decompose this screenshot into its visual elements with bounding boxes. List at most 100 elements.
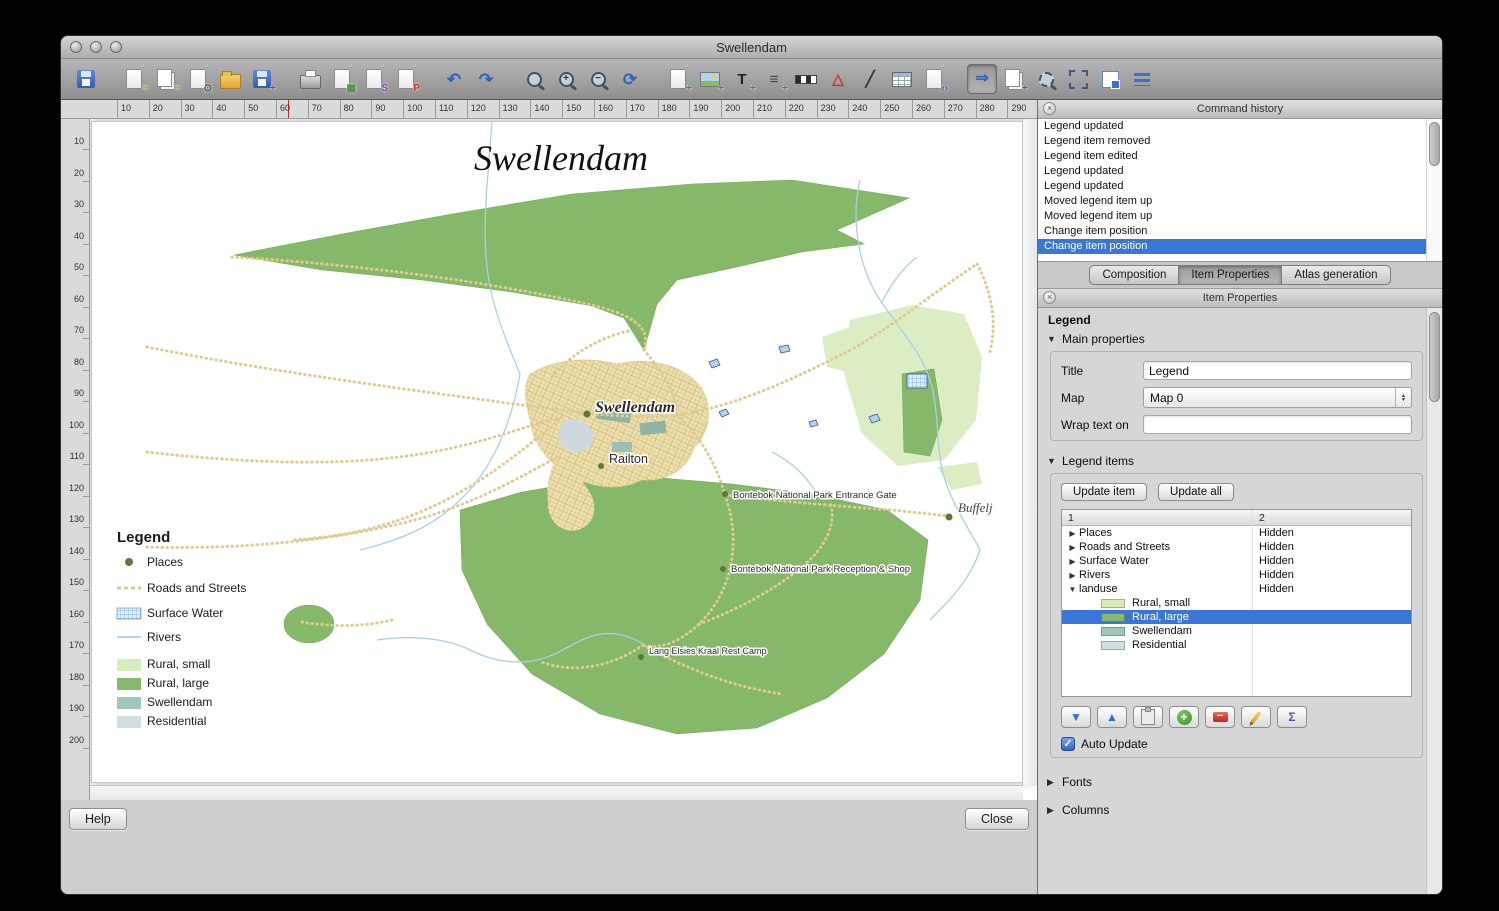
raise-items-icon[interactable] <box>1095 64 1125 94</box>
legend-tree-row[interactable]: ▶RiversHidden <box>1062 568 1411 582</box>
command-history-item[interactable]: Legend updated <box>1038 164 1442 179</box>
item-properties-titlebar[interactable]: × Item Properties <box>1038 289 1442 308</box>
new-composition-icon[interactable]: + <box>119 64 149 94</box>
close-button[interactable]: Close <box>965 808 1029 830</box>
command-history-item[interactable]: Moved legend item up <box>1038 194 1442 209</box>
add-map-icon[interactable]: + <box>663 64 693 94</box>
export-image-icon[interactable]: ▦ <box>327 64 357 94</box>
command-history-item[interactable]: Legend item removed <box>1038 134 1442 149</box>
command-history-titlebar[interactable]: × Command history <box>1038 100 1442 119</box>
legend-tree-row[interactable]: Rural, large <box>1062 610 1411 624</box>
disclosure-closed-icon[interactable]: ▶ <box>1047 777 1056 788</box>
command-history-item[interactable]: Legend item edited <box>1038 149 1442 164</box>
minimize-window-button[interactable] <box>90 41 102 53</box>
expand-arrow-icon[interactable]: ▶ <box>1066 557 1079 566</box>
expand-arrow-icon[interactable]: ▶ <box>1066 571 1079 580</box>
columns-section-header[interactable]: ▶ Columns <box>1038 800 1427 820</box>
add-html-icon[interactable]: ‹› <box>919 64 949 94</box>
titlebar[interactable]: Swellendam <box>61 36 1442 59</box>
legend-tree-row[interactable]: ▶Surface WaterHidden <box>1062 554 1411 568</box>
legend-tree-row[interactable]: ▶PlacesHidden <box>1062 526 1411 540</box>
disclosure-open-icon[interactable]: ▼ <box>1047 334 1056 344</box>
legend-item[interactable]: Legend Places Roads and Streets Surface … <box>117 529 246 728</box>
select-move-item-icon[interactable]: ⇒ <box>967 64 997 94</box>
legend-tree-row[interactable]: ▶Roads and StreetsHidden <box>1062 540 1411 554</box>
open-folder-icon[interactable] <box>215 64 245 94</box>
command-history-item[interactable]: Change item position <box>1038 239 1442 254</box>
close-panel-icon[interactable]: × <box>1043 291 1056 304</box>
fonts-section-header[interactable]: ▶ Fonts <box>1038 772 1427 792</box>
save-icon[interactable] <box>71 64 101 94</box>
add-image-icon[interactable]: + <box>695 64 725 94</box>
scrollbar-thumb[interactable] <box>1429 312 1440 402</box>
tab-atlas-generation[interactable]: Atlas generation <box>1282 265 1390 285</box>
legend-tree-row[interactable]: Residential <box>1062 638 1411 652</box>
move-content-icon[interactable]: + <box>999 64 1029 94</box>
title-input[interactable] <box>1143 361 1412 380</box>
expand-arrow-icon[interactable]: ▶ <box>1066 543 1079 552</box>
command-history-list[interactable]: Legend updatedLegend item removedLegend … <box>1038 119 1442 262</box>
vruler[interactable]: 1020304050607080901001101201301401501601… <box>61 119 90 800</box>
align-items-icon[interactable] <box>1127 64 1157 94</box>
redo-icon[interactable]: ↷ <box>471 64 501 94</box>
update-all-button[interactable]: Update all <box>1158 483 1234 501</box>
canvas-vertical-scrollbar[interactable] <box>1022 119 1037 786</box>
add-label-icon[interactable]: T+ <box>727 64 757 94</box>
expand-arrow-icon[interactable]: ▶ <box>1066 529 1079 538</box>
main-properties-section-header[interactable]: ▼ Main properties <box>1038 329 1427 349</box>
wrap-text-input[interactable] <box>1143 415 1412 434</box>
move-up-button[interactable]: ▲ <box>1097 706 1127 728</box>
canvas-horizontal-scrollbar[interactable] <box>90 785 1023 800</box>
collapse-arrow-icon[interactable]: ▼ <box>1066 585 1079 594</box>
remove-item-button[interactable]: − <box>1205 706 1235 728</box>
help-button[interactable]: Help <box>69 808 127 830</box>
duplicate-composition-icon[interactable]: + <box>151 64 181 94</box>
refresh-icon[interactable]: ⟳ <box>615 64 645 94</box>
zoom-full-icon[interactable] <box>519 64 549 94</box>
add-item-button[interactable]: + <box>1169 706 1199 728</box>
combo-stepper-icon[interactable]: ▲▼ <box>1395 388 1411 407</box>
command-history-item[interactable]: Change item position <box>1038 224 1442 239</box>
export-svg-icon[interactable]: S <box>359 64 389 94</box>
legend-items-tree[interactable]: 1 2 ▶PlacesHidden▶Roads and StreetsHidde… <box>1061 509 1412 697</box>
legend-tree-row[interactable]: ▼landuseHidden <box>1062 582 1411 596</box>
print-icon[interactable] <box>295 64 325 94</box>
composition-page[interactable]: Swellendam Railton Bontebok National Par… <box>91 121 1031 783</box>
tab-composition[interactable]: Composition <box>1089 265 1179 285</box>
auto-update-checkbox[interactable]: ✓ <box>1061 737 1075 751</box>
legend-tree-row[interactable]: Rural, small <box>1062 596 1411 610</box>
undo-icon[interactable]: ↶ <box>439 64 469 94</box>
close-window-button[interactable] <box>70 41 82 53</box>
map-item[interactable]: Swellendam Railton Bontebok National Par… <box>92 122 1030 782</box>
scrollbar-thumb[interactable] <box>1429 122 1440 166</box>
zoom-window-button[interactable] <box>110 41 122 53</box>
add-shape-icon[interactable]: △ <box>823 64 853 94</box>
command-history-scrollbar[interactable] <box>1426 119 1442 261</box>
count-features-button[interactable]: Σ <box>1277 706 1307 728</box>
composition-canvas[interactable]: Swellendam Railton Bontebok National Par… <box>90 119 1037 800</box>
export-pdf-icon[interactable]: P <box>391 64 421 94</box>
add-scalebar-icon[interactable] <box>791 64 821 94</box>
dashed-frame-icon[interactable] <box>1063 64 1093 94</box>
command-history-item[interactable]: Moved legend item up <box>1038 209 1442 224</box>
command-history-item[interactable]: Legend updated <box>1038 179 1442 194</box>
zoom-in-icon[interactable]: + <box>551 64 581 94</box>
tab-item-properties[interactable]: Item Properties <box>1179 265 1282 285</box>
zoom-out-icon[interactable]: − <box>583 64 613 94</box>
command-history-item[interactable]: Legend updated <box>1038 119 1442 134</box>
zoom-select-icon[interactable] <box>1031 64 1061 94</box>
add-group-button[interactable] <box>1133 706 1163 728</box>
hruler[interactable]: 1020304050607080901001101201301401501601… <box>61 100 1037 119</box>
add-arrow-icon[interactable]: ╱ <box>855 64 885 94</box>
composition-manager-icon[interactable]: ⊙ <box>183 64 213 94</box>
move-down-button[interactable]: ▼ <box>1061 706 1091 728</box>
map-select[interactable]: Map 0 ▲▼ <box>1143 387 1412 408</box>
add-table-icon[interactable] <box>887 64 917 94</box>
disclosure-closed-icon[interactable]: ▶ <box>1047 805 1056 816</box>
legend-items-section-header[interactable]: ▼ Legend items <box>1038 451 1427 471</box>
add-legend-icon[interactable]: ≡+ <box>759 64 789 94</box>
edit-item-button[interactable] <box>1241 706 1271 728</box>
close-panel-icon[interactable]: × <box>1043 102 1056 115</box>
save-project-icon[interactable]: + <box>247 64 277 94</box>
disclosure-open-icon[interactable]: ▼ <box>1047 456 1056 466</box>
